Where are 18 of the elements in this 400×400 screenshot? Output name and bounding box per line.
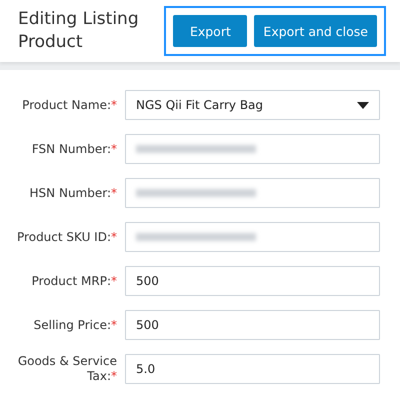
dropdown-field[interactable]: NGS Qii Fit Carry Bag bbox=[125, 90, 380, 120]
export-button[interactable]: Export and close bbox=[254, 15, 377, 47]
field-label: Product SKU ID:* bbox=[16, 230, 117, 244]
page-title: Editing Listing Product bbox=[18, 8, 140, 54]
input-field[interactable] bbox=[125, 178, 380, 208]
field-label: Product Name:* bbox=[21, 98, 117, 112]
input-field[interactable]: 500 bbox=[125, 310, 380, 340]
field-label: Product MRP:* bbox=[30, 274, 117, 288]
field-label: FSN Number:* bbox=[30, 142, 117, 156]
input-field[interactable] bbox=[125, 134, 380, 164]
input-field[interactable] bbox=[125, 222, 380, 252]
caret-icon bbox=[357, 102, 369, 108]
field-label: Goods & Service Tax:* bbox=[16, 354, 117, 384]
field-label: Selling Price:* bbox=[32, 318, 117, 332]
export-button[interactable]: Export bbox=[173, 15, 248, 47]
field-label: HSN Number:* bbox=[28, 186, 117, 200]
input-field[interactable]: 500 bbox=[125, 266, 380, 296]
input-field[interactable]: 5.0 bbox=[125, 354, 380, 384]
